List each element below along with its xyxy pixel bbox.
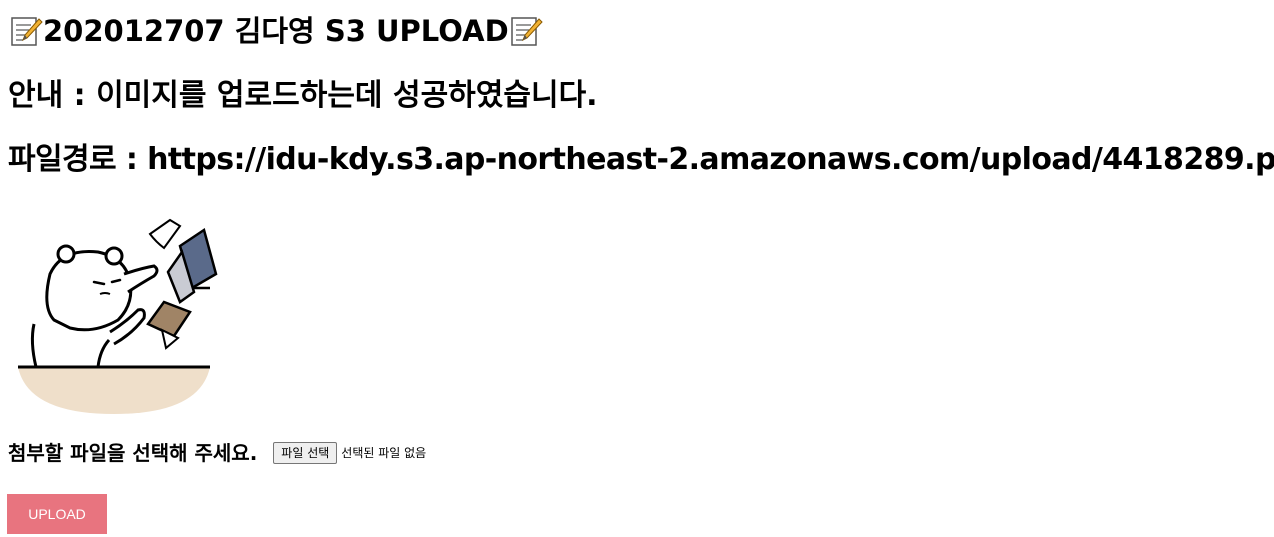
memo-icon: [510, 17, 543, 46]
upload-button[interactable]: UPLOAD: [7, 494, 107, 534]
notice-message: 안내 : 이미지를 업로드하는데 성공하였습니다.: [8, 78, 598, 113]
uploaded-image: [18, 218, 218, 414]
memo-icon: [11, 17, 43, 46]
file-status-text: 선택된 파일 없음: [341, 446, 427, 460]
file-upload-row: 첨부할 파일을 선택해 주세요. 파일 선택 선택된 파일 없음: [8, 440, 426, 466]
page-title: 202012707 김다영 S3 UPLOAD: [9, 12, 543, 50]
file-select-label: 첨부할 파일을 선택해 주세요.: [8, 441, 258, 465]
file-path: 파일경로 : https://idu-kdy.s3.ap-northeast-2…: [8, 142, 1274, 177]
page-title-text: 202012707 김다영 S3 UPLOAD: [43, 14, 509, 48]
choose-file-button[interactable]: 파일 선택: [273, 442, 338, 464]
